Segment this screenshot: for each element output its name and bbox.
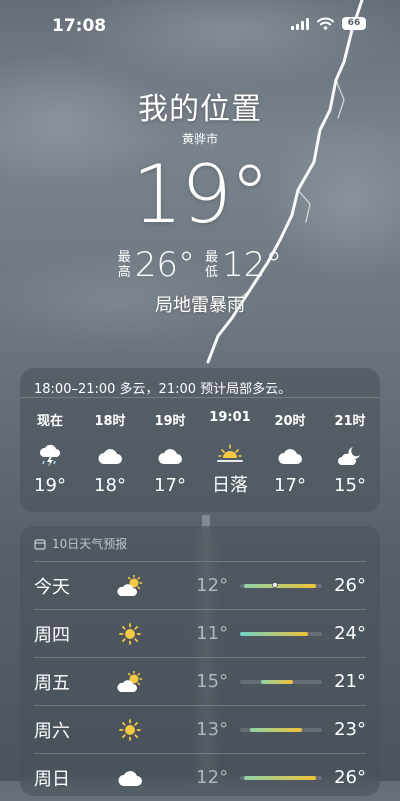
low-label: 低	[205, 265, 219, 280]
location-title: 我的位置	[138, 92, 262, 127]
hourly-item: 现在 19°	[20, 410, 80, 497]
forecast-high: 21°	[334, 671, 366, 692]
hourly-summary: 18:00–21:00 多云，21:00 预计局部多云。	[20, 368, 380, 398]
battery-icon: 66	[342, 17, 366, 30]
forecast-high: 23°	[334, 719, 366, 740]
status-bar: 17:08 66	[0, 0, 400, 52]
temperature-range-fill	[244, 775, 316, 780]
forecast-row[interactable]: 周五 15° 21°	[34, 657, 366, 705]
forecast-row[interactable]: 周六 13° 23°	[34, 705, 366, 753]
temperature-range-fill	[244, 583, 316, 588]
temperature-range-fill	[240, 631, 309, 636]
hourly-time: 现在	[36, 414, 63, 429]
hourly-time: 18时	[94, 414, 126, 429]
condition-text: 局地雷暴雨	[155, 295, 245, 316]
location-subtitle: 黄骅市	[181, 132, 218, 146]
partly-sunny-icon	[108, 573, 152, 599]
current-temp-marker	[271, 581, 278, 588]
thunderstorm-icon	[20, 443, 80, 469]
wifi-icon	[317, 17, 334, 30]
cloud-icon	[140, 443, 200, 469]
temperature-range-bar	[240, 775, 323, 780]
forecast-day: 周五	[34, 672, 70, 694]
hourly-value: 19°	[34, 475, 66, 496]
hourly-value: 15°	[334, 475, 366, 496]
forecast-row[interactable]: 今天 12° 26°	[34, 561, 366, 609]
hourly-value: 18°	[94, 475, 126, 496]
sunset-icon	[200, 439, 260, 465]
forecast-high: 24°	[334, 623, 366, 644]
low-temperature: 12°	[222, 245, 283, 285]
hourly-item: 18时 18°	[80, 410, 140, 497]
cellular-signal-icon	[291, 17, 309, 30]
partly-sunny-icon	[108, 669, 152, 695]
hourly-forecast-card[interactable]: 18:00–21:00 多云，21:00 预计局部多云。 现在 19° 18时 18°…	[20, 368, 380, 512]
high-low: 最高 26° 最低 12°	[0, 245, 400, 285]
hourly-value: 日落	[212, 475, 248, 496]
hourly-time: 20时	[274, 414, 306, 429]
sun-icon	[108, 717, 152, 743]
hourly-value: 17°	[274, 475, 306, 496]
temperature-range-bar	[240, 679, 323, 684]
temperature-range-bar	[240, 727, 323, 732]
forecast-low: 12°	[196, 575, 229, 596]
ten-day-forecast-card[interactable]: 10日天气预报 今天 12° 26° 周四 11° 24° 周五 15° 21° 周六 13° 23°…	[20, 526, 380, 796]
hourly-time: 19:01	[209, 410, 251, 425]
calendar-icon	[34, 538, 46, 550]
hourly-item: 19时 17°	[140, 410, 200, 497]
high-label: 高	[117, 265, 131, 280]
forecast-high: 26°	[334, 767, 366, 788]
forecast-day: 周六	[34, 720, 70, 742]
temperature-range-fill	[249, 727, 303, 732]
hourly-item: 21时 15°	[320, 410, 380, 497]
forecast-row[interactable]: 周四 11° 24°	[34, 609, 366, 657]
hourly-time: 21时	[334, 414, 366, 429]
high-temperature: 26°	[134, 245, 195, 285]
forecast-low: 11°	[196, 623, 229, 644]
hourly-time: 19时	[154, 414, 186, 429]
forecast-day: 今天	[34, 576, 70, 598]
cloud-icon	[80, 443, 140, 469]
current-temperature: 19°	[132, 148, 270, 241]
forecast-low: 15°	[196, 671, 229, 692]
temperature-range-bar	[240, 581, 323, 588]
forecast-day: 周四	[34, 624, 70, 646]
forecast-title: 10日天气预报	[52, 537, 128, 551]
partly-cloudy-night-icon	[320, 443, 380, 469]
forecast-high: 26°	[334, 575, 366, 596]
status-time: 17:08	[52, 16, 107, 36]
forecast-day: 周日	[34, 768, 70, 790]
hourly-item: 20时 17°	[260, 410, 320, 497]
cloud-icon	[260, 443, 320, 469]
temperature-range-fill	[260, 679, 294, 684]
cloud-icon	[108, 765, 152, 791]
temperature-range-bar	[240, 631, 323, 636]
forecast-row[interactable]: 周日 12° 26°	[34, 753, 366, 801]
current-weather: 我的位置 黄骅市 19° 最高 26° 最低 12° 局地雷暴雨	[0, 84, 400, 317]
forecast-low: 12°	[196, 767, 229, 788]
hourly-value: 17°	[154, 475, 186, 496]
high-label: 最	[117, 250, 131, 265]
low-label: 最	[205, 250, 219, 265]
hourly-item: 19:01 日落	[200, 410, 260, 497]
forecast-low: 13°	[196, 719, 229, 740]
sun-icon	[108, 621, 152, 647]
